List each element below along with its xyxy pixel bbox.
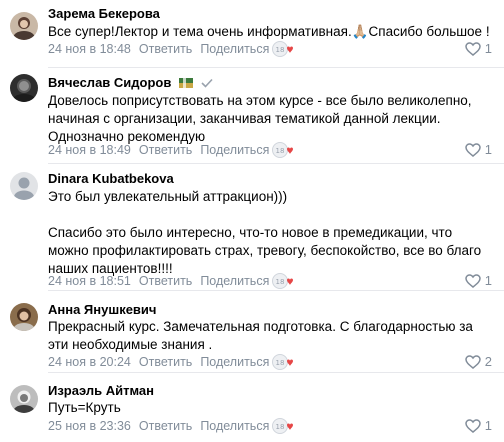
avatar[interactable] [10,12,38,40]
comment-author[interactable]: Вячеслав Сидоров [48,75,213,92]
like-count: 1 [484,41,492,56]
share-button[interactable]: Поделиться [200,143,269,157]
reaction-sticker-icon[interactable]: 18 [272,272,294,290]
svg-text:18: 18 [276,423,285,431]
like-count: 1 [484,418,492,433]
reply-button[interactable]: Ответить [139,419,192,433]
like-button[interactable]: 1 [465,418,492,434]
check-mark-icon [201,76,213,92]
comment-date[interactable]: 24 ноя в 18:48 [48,42,131,56]
comment-meta: 24 ноя в 18:48 Ответить Поделиться [48,41,269,57]
comment-meta: 24 ноя в 20:24 Ответить Поделиться [48,354,269,370]
heart-outline-icon [465,142,481,157]
comment-item: Зарема Бекерова Все супер!Лектор и тема … [0,0,504,68]
comment-text: Все супер!Лектор и тема очень информатив… [48,24,490,39]
comment-item: Израэль Айтман Путь=Круть 25 ноя в 23:36… [0,373,504,442]
share-button[interactable]: Поделиться [200,274,269,288]
heart-outline-icon [465,418,481,433]
comment-text: Это был увлекательный аттракцион))) Спас… [48,189,482,276]
like-button[interactable]: 1 [465,273,492,289]
comment-author[interactable]: Анна Янушкевич [48,302,156,318]
svg-text:18: 18 [276,147,285,155]
like-count: 1 [484,273,492,288]
like-button[interactable]: 2 [465,354,492,370]
heart-outline-icon [465,354,481,369]
comment-item: Вячеслав Сидоров Довелось поприсутствова… [0,68,504,164]
like-count: 1 [484,142,492,157]
flag-icon [178,76,193,92]
reply-button[interactable]: Ответить [139,42,192,56]
comment-author-name[interactable]: Вячеслав Сидоров [48,75,171,90]
comment-item: Анна Янушкевич Прекрасный курс. Замечате… [0,291,504,373]
comment-meta: 25 ноя в 23:36 Ответить Поделиться [48,418,269,434]
comment-author[interactable]: Израэль Айтман [48,383,154,399]
comment-date[interactable]: 24 ноя в 18:51 [48,274,131,288]
comment-text: Путь=Круть [48,400,121,415]
reaction-sticker-icon[interactable]: 18 [272,353,294,371]
avatar[interactable] [10,172,38,200]
comment-date[interactable]: 24 ноя в 20:24 [48,355,131,369]
reply-button[interactable]: Ответить [139,355,192,369]
comment-text: Довелось поприсутствовать на этом курсе … [48,93,476,144]
avatar[interactable] [10,385,38,413]
comment-item: Dinara Kubatbekova Это был увлекательный… [0,164,504,291]
svg-text:18: 18 [276,359,285,367]
comment-author[interactable]: Зарема Бекерова [48,6,160,22]
comment-date[interactable]: 24 ноя в 18:49 [48,143,131,157]
comment-meta: 24 ноя в 18:49 Ответить Поделиться [48,142,269,158]
like-button[interactable]: 1 [465,41,492,57]
heart-outline-icon [465,273,481,288]
comment-author[interactable]: Dinara Kubatbekova [48,171,174,187]
like-count: 2 [484,354,492,369]
reaction-sticker-icon[interactable]: 18 [272,40,294,58]
avatar[interactable] [10,74,38,102]
like-button[interactable]: 1 [465,142,492,158]
avatar[interactable] [10,303,38,331]
reaction-sticker-icon[interactable]: 18 [272,141,294,159]
svg-text:18: 18 [276,278,285,286]
share-button[interactable]: Поделиться [200,42,269,56]
share-button[interactable]: Поделиться [200,419,269,433]
comment-text: Прекрасный курс. Замечательная подготовк… [48,319,477,352]
reply-button[interactable]: Ответить [139,274,192,288]
comment-meta: 24 ноя в 18:51 Ответить Поделиться [48,273,269,289]
heart-outline-icon [465,41,481,56]
svg-text:18: 18 [276,46,285,54]
reaction-sticker-icon[interactable]: 18 [272,417,294,435]
reply-button[interactable]: Ответить [139,143,192,157]
share-button[interactable]: Поделиться [200,355,269,369]
comment-date[interactable]: 25 ноя в 23:36 [48,419,131,433]
